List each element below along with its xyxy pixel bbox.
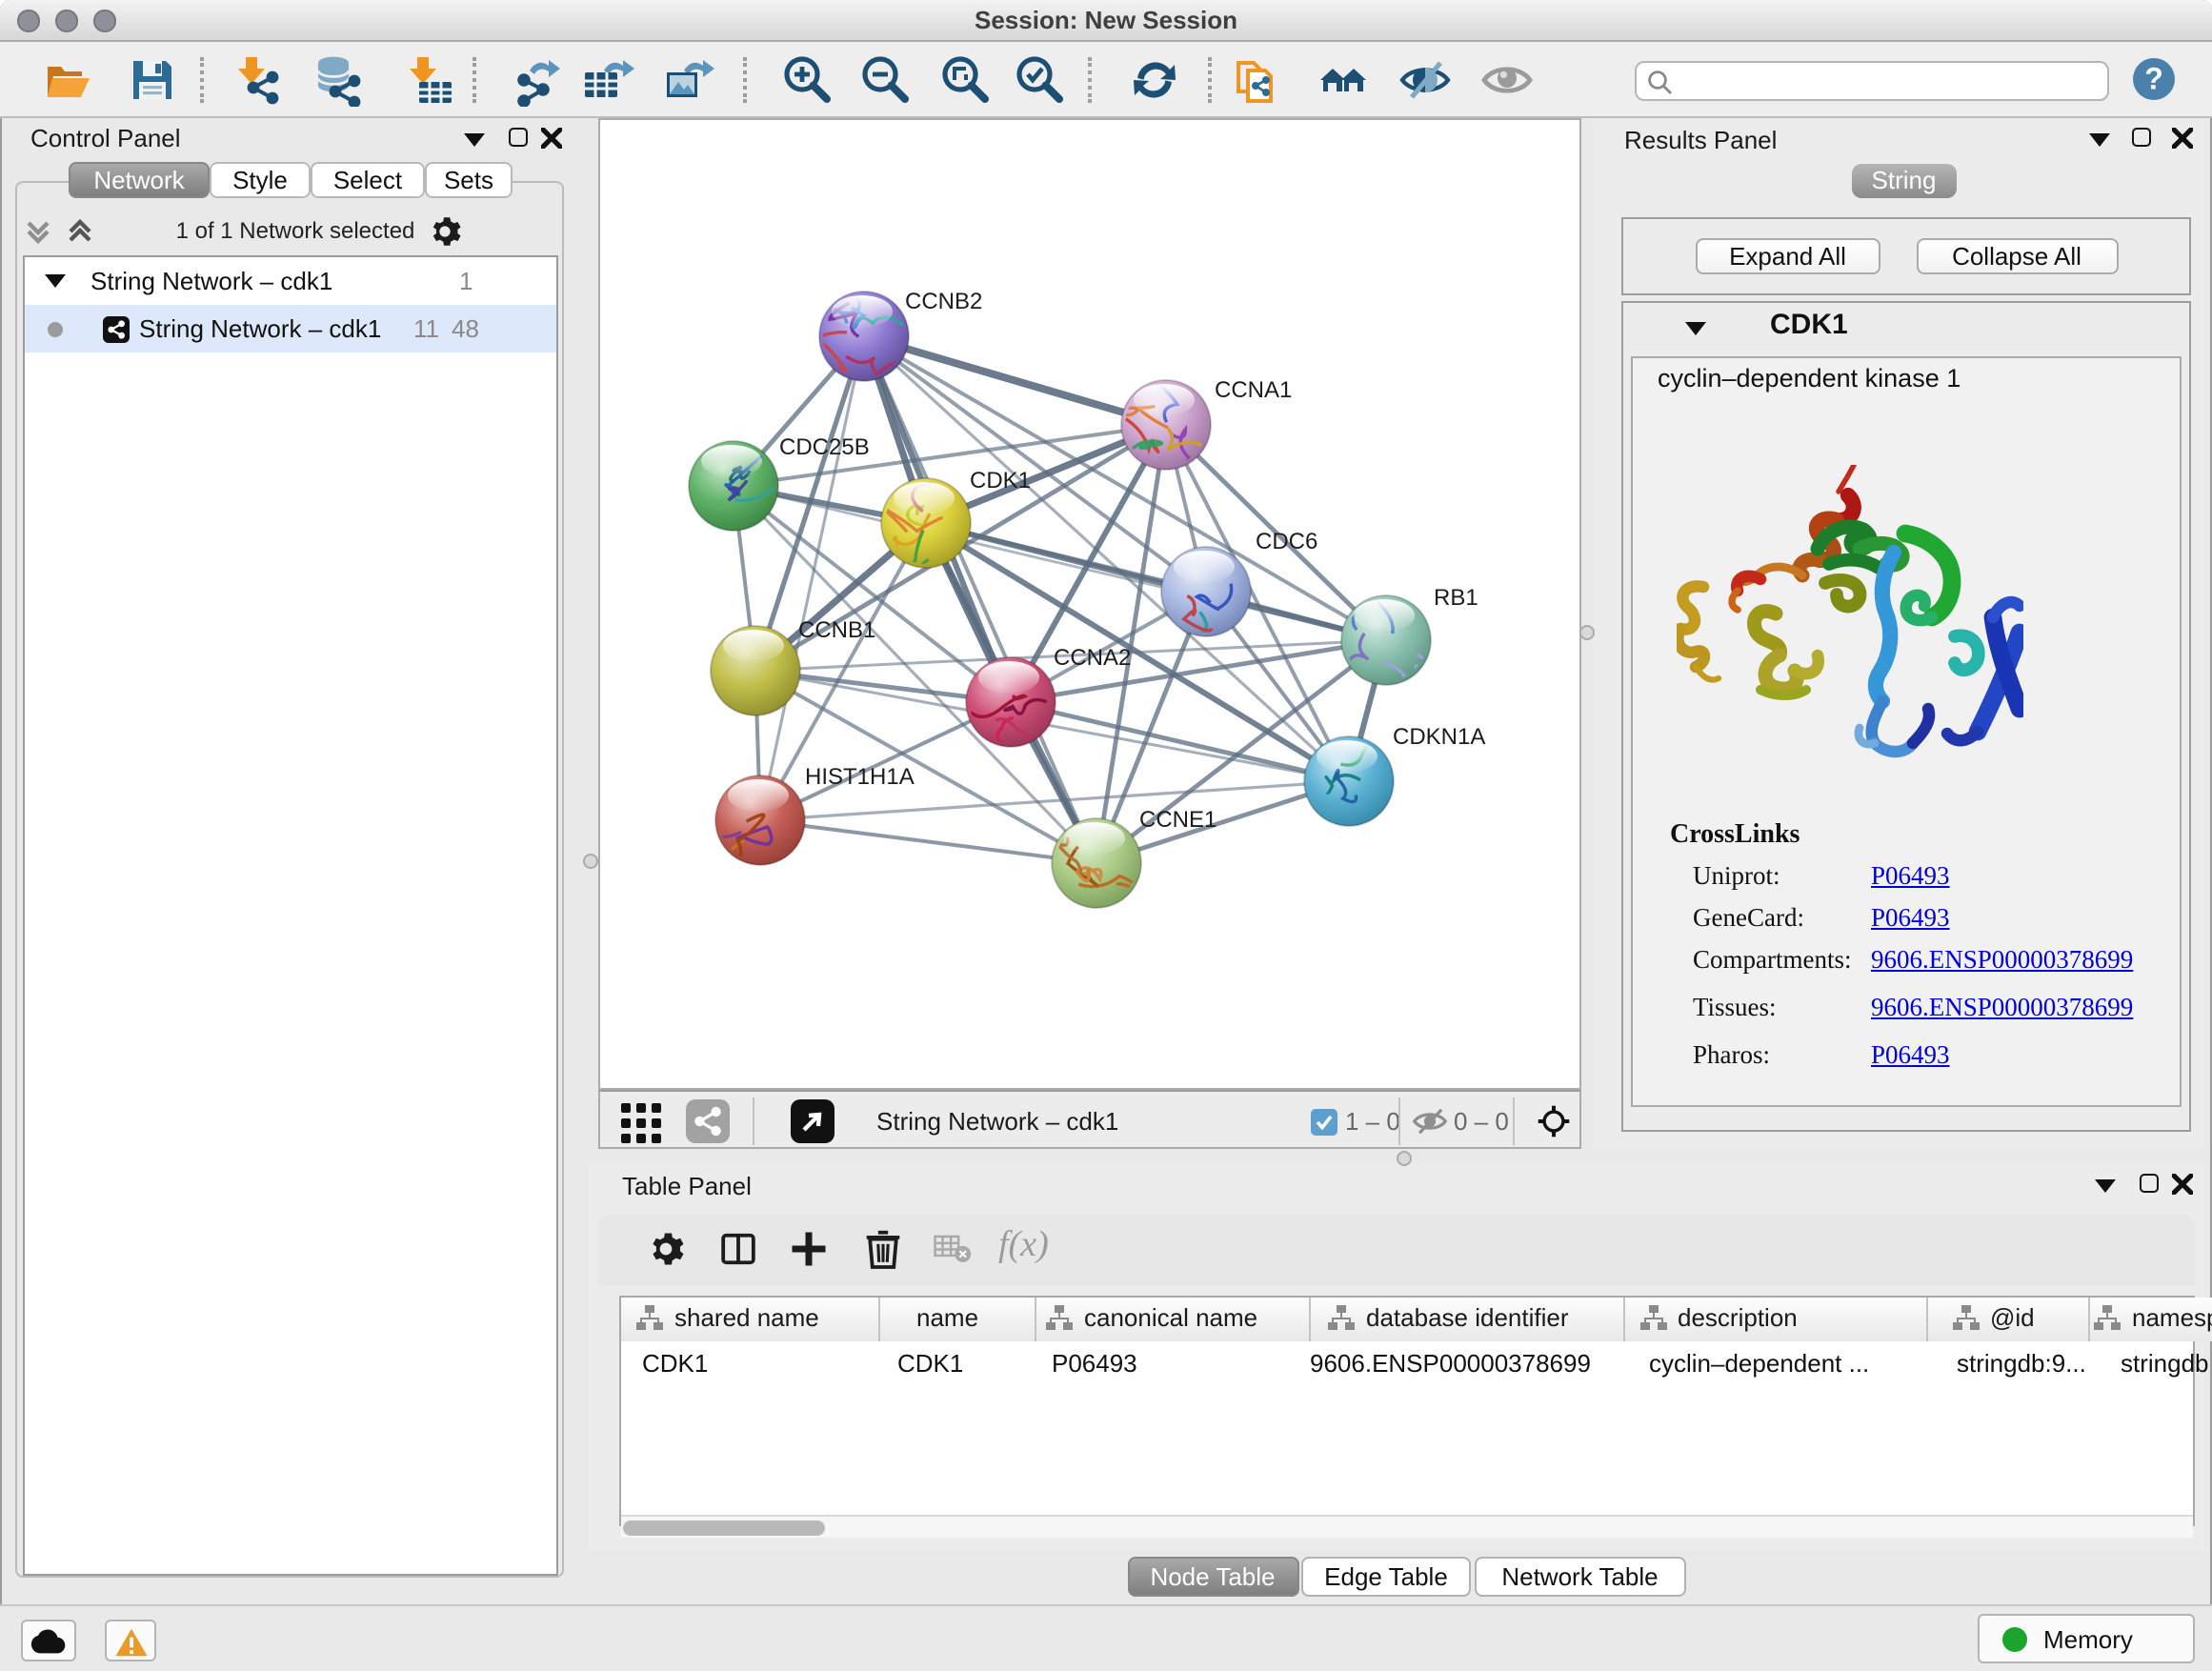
svg-text:CDC6: CDC6 [1256,529,1317,554]
svg-text:HIST1H1A: HIST1H1A [805,764,915,790]
svg-text:CDC25B: CDC25B [779,434,870,460]
svg-text:RB1: RB1 [1434,585,1478,611]
svg-text:CDK1: CDK1 [970,468,1031,493]
svg-text:CCNA1: CCNA1 [1215,377,1292,403]
svg-text:CDKN1A: CDKN1A [1393,724,1485,750]
svg-text:CCNB1: CCNB1 [798,617,875,643]
svg-text:CCNA2: CCNA2 [1054,645,1131,671]
svg-text:?: ? [2144,62,2163,96]
svg-text:CCNB2: CCNB2 [905,289,982,314]
svg-text:CCNE1: CCNE1 [1139,807,1217,833]
